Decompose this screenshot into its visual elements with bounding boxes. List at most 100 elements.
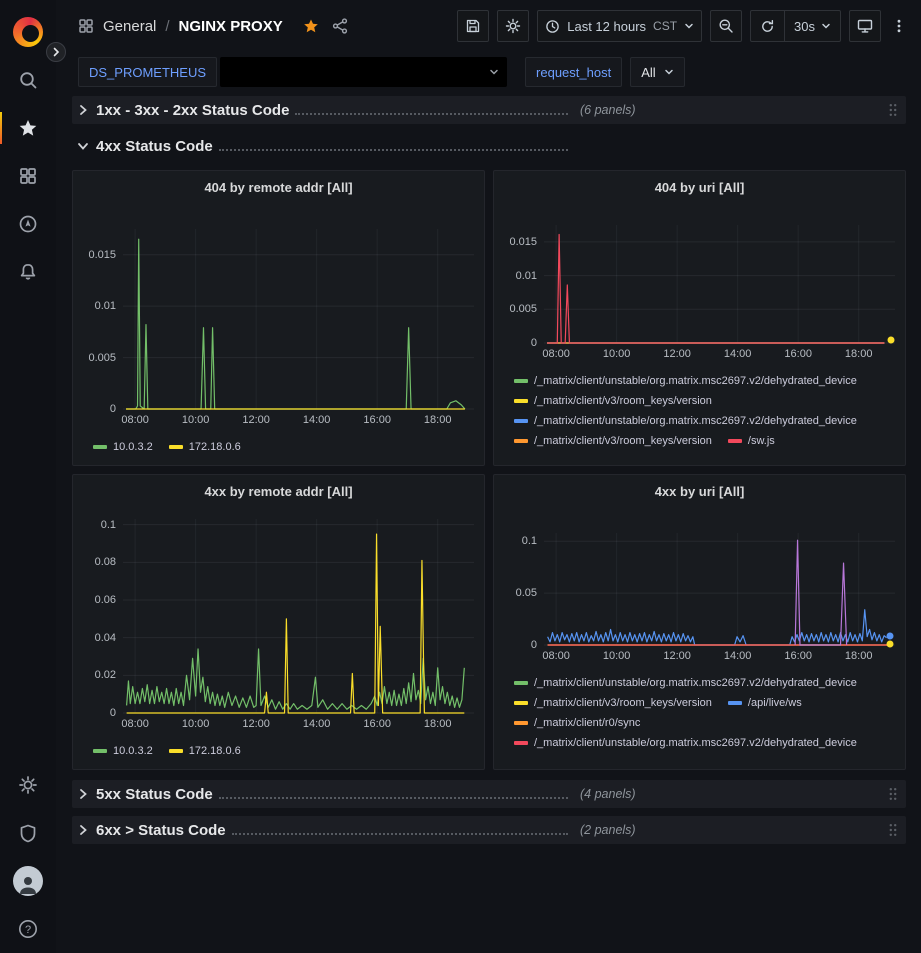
row-header-4xx[interactable]: 4xx Status Code — [72, 132, 906, 160]
sidebar-item-explore[interactable] — [0, 200, 56, 248]
legend: /_matrix/client/unstable/org.matrix.msc2… — [504, 361, 895, 447]
y-tick-label: 0 — [531, 639, 537, 651]
legend-color-marker — [514, 741, 528, 745]
legend-item[interactable]: /_matrix/client/unstable/org.matrix.msc2… — [514, 677, 857, 689]
apps-grid-icon — [78, 18, 94, 34]
x-tick-label: 08:00 — [542, 348, 570, 360]
legend-color-marker — [514, 439, 528, 443]
y-axis: 00.0050.010.015 — [83, 229, 123, 409]
y-tick-label: 0 — [531, 337, 537, 349]
zoom-out-button[interactable] — [710, 10, 742, 42]
legend-item[interactable]: 10.0.3.2 — [93, 745, 153, 757]
topbar: General / NGINX PROXY — [56, 0, 921, 52]
chart-area: 00.0050.010.015 — [504, 225, 895, 343]
panel-4: 4xx by uri [All]00.050.108:0010:0012:001… — [493, 474, 906, 770]
panel-title[interactable]: 4xx by uri [All] — [504, 481, 895, 503]
x-tick-label: 10:00 — [603, 348, 631, 360]
legend-item[interactable]: 172.18.0.6 — [169, 441, 241, 453]
favorite-star-icon[interactable] — [303, 18, 319, 34]
plot-area[interactable] — [544, 225, 895, 343]
panel-title[interactable]: 404 by uri [All] — [504, 177, 895, 199]
row-header-5xx[interactable]: 5xx Status Code (4 panels) — [72, 780, 906, 808]
y-tick-label: 0.015 — [509, 236, 537, 248]
sidebar-item-configuration[interactable] — [0, 761, 56, 809]
y-tick-label: 0.02 — [95, 669, 116, 681]
kebab-menu-icon — [891, 18, 907, 34]
legend-color-marker — [514, 721, 528, 725]
legend-color-marker — [514, 419, 528, 423]
legend-item[interactable]: /_matrix/client/unstable/org.matrix.msc2… — [514, 415, 857, 427]
search-icon — [18, 70, 38, 90]
legend-item[interactable]: /_matrix/client/v3/room_keys/version — [514, 435, 712, 447]
bell-icon — [18, 262, 38, 282]
y-tick-label: 0.01 — [516, 270, 537, 282]
chevron-down-icon — [684, 21, 694, 31]
sidebar-item-help[interactable]: ? — [0, 905, 56, 953]
drag-handle-icon[interactable] — [888, 787, 898, 801]
legend-color-marker — [514, 379, 528, 383]
y-tick-label: 0.005 — [88, 352, 116, 364]
chevron-right-icon — [76, 823, 90, 837]
legend-color-marker — [728, 701, 742, 705]
plot-area[interactable] — [123, 519, 474, 713]
legend-item[interactable]: /sw.js — [728, 435, 775, 447]
x-tick-label: 16:00 — [363, 718, 391, 730]
refresh-interval-dropdown[interactable]: 30s — [784, 11, 840, 41]
row-title: 5xx Status Code — [96, 786, 213, 803]
legend-item[interactable]: 172.18.0.6 — [169, 745, 241, 757]
panel-title[interactable]: 404 by remote addr [All] — [83, 177, 474, 199]
plot-area[interactable] — [544, 533, 895, 645]
breadcrumb-section[interactable]: General — [103, 18, 156, 35]
y-tick-label: 0 — [110, 403, 116, 415]
y-tick-label: 0.01 — [95, 300, 116, 312]
row-header-6xx[interactable]: 6xx > Status Code (2 panels) — [72, 816, 906, 844]
legend-item[interactable]: /api/live/ws — [728, 697, 802, 709]
drag-handle-icon[interactable] — [888, 103, 898, 117]
row-header-1xx-3xx-2xx[interactable]: 1xx - 3xx - 2xx Status Code (6 panels) — [72, 96, 906, 124]
y-tick-label: 0.06 — [95, 594, 116, 606]
sidebar-item-profile[interactable] — [0, 857, 56, 905]
sidebar-item-server-admin[interactable] — [0, 809, 56, 857]
plot-area[interactable] — [123, 229, 474, 409]
x-tick-label: 10:00 — [182, 414, 210, 426]
legend-item[interactable]: /_matrix/client/unstable/org.matrix.msc2… — [514, 375, 857, 387]
kebab-menu-button[interactable] — [889, 10, 909, 42]
legend-item[interactable]: /_matrix/client/v3/room_keys/version — [514, 395, 712, 407]
legend-label: /_matrix/client/unstable/org.matrix.msc2… — [534, 737, 857, 749]
legend-color-marker — [728, 439, 742, 443]
sidebar-item-dashboards[interactable] — [0, 152, 56, 200]
legend-item[interactable]: /_matrix/client/r0/sync — [514, 717, 640, 729]
save-dashboard-button[interactable] — [457, 10, 489, 42]
dashboard-settings-button[interactable] — [497, 10, 529, 42]
x-tick-label: 18:00 — [845, 650, 873, 662]
sidebar-expand-button[interactable] — [46, 42, 66, 62]
legend: 10.0.3.2 172.18.0.6 — [83, 427, 474, 453]
legend-label: 10.0.3.2 — [113, 441, 153, 453]
breadcrumb: General / NGINX PROXY — [78, 18, 348, 35]
dashboard-body: 1xx - 3xx - 2xx Status Code (6 panels) 4… — [56, 92, 921, 953]
legend-item[interactable]: 10.0.3.2 — [93, 441, 153, 453]
tv-mode-button[interactable] — [849, 10, 881, 42]
variable-value-request-host-dropdown[interactable]: All — [630, 57, 684, 87]
help-icon: ? — [17, 918, 39, 940]
refresh-icon — [760, 19, 775, 34]
legend-item[interactable]: /_matrix/client/unstable/org.matrix.msc2… — [514, 737, 857, 749]
drag-handle-icon[interactable] — [888, 823, 898, 837]
sidebar-item-alerting[interactable] — [0, 248, 56, 296]
panel-title[interactable]: 4xx by remote addr [All] — [83, 481, 474, 503]
x-tick-label: 16:00 — [363, 414, 391, 426]
legend-item[interactable]: /_matrix/client/v3/room_keys/version — [514, 697, 712, 709]
x-tick-label: 18:00 — [424, 414, 452, 426]
row-dotted-line — [219, 797, 568, 799]
legend-label: /_matrix/client/r0/sync — [534, 717, 640, 729]
gear-icon — [505, 18, 521, 34]
time-range-picker[interactable]: Last 12 hours CST — [537, 10, 702, 42]
refresh-button[interactable] — [751, 11, 784, 41]
row-title: 1xx - 3xx - 2xx Status Code — [96, 102, 289, 119]
breadcrumb-separator: / — [165, 18, 169, 35]
share-icon[interactable] — [332, 18, 348, 34]
y-tick-label: 0.1 — [101, 519, 116, 531]
variable-value-ds-dropdown[interactable] — [220, 57, 507, 87]
sidebar-item-search[interactable] — [0, 56, 56, 104]
sidebar-item-starred[interactable] — [0, 104, 56, 152]
